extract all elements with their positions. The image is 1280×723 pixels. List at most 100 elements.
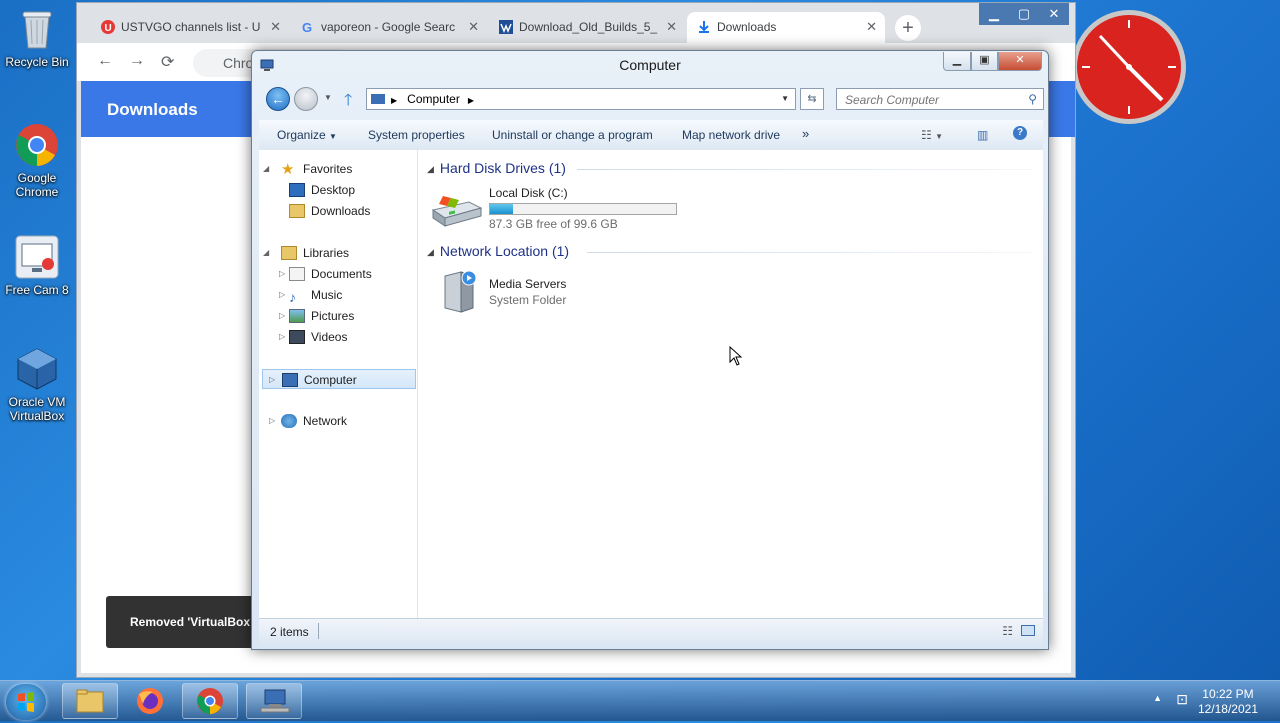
map-network-drive-button[interactable]: Map network drive	[682, 128, 780, 142]
breadcrumb-computer[interactable]: Computer	[407, 92, 460, 106]
star-icon: ★	[281, 161, 295, 178]
close-icon[interactable]: ✕	[866, 19, 877, 35]
change-view-icon[interactable]: ☷ ▼	[921, 128, 943, 142]
system-properties-button[interactable]: System properties	[368, 128, 465, 142]
preview-pane-icon[interactable]: ▥	[977, 128, 988, 142]
expand-icon[interactable]: ▷	[279, 264, 285, 284]
desktop-icon-google-chrome[interactable]: Google Chrome	[4, 122, 70, 199]
details-view-icon[interactable]: ☷	[1002, 624, 1013, 638]
forward-button[interactable]	[294, 87, 318, 111]
taskbar-computer[interactable]	[246, 683, 302, 719]
toast-text: Removed 'VirtualBox	[130, 615, 250, 629]
nav-desktop[interactable]: Desktop	[289, 180, 355, 200]
expand-icon[interactable]: ▷	[279, 285, 285, 305]
media-servers-name[interactable]: Media Servers	[489, 277, 566, 291]
new-tab-button[interactable]: +	[895, 15, 921, 41]
tab-title: USTVGO channels list - U	[121, 20, 261, 34]
collapse-icon: ◢	[427, 164, 434, 174]
organize-menu[interactable]: Organize ▼	[277, 128, 337, 142]
status-divider	[318, 623, 319, 639]
network-status-icon[interactable]: ⊡	[1176, 691, 1188, 708]
folder-icon	[76, 689, 104, 713]
tab-title: vaporeon - Google Searc	[321, 20, 456, 34]
free-cam-icon	[14, 234, 60, 280]
collapse-icon[interactable]: ◢	[263, 159, 269, 179]
nav-computer[interactable]: ▷ Computer	[262, 369, 416, 389]
taskbar-clock[interactable]: 10:22 PM 12/18/2021	[1198, 687, 1258, 717]
large-icons-view-icon[interactable]	[1021, 625, 1035, 636]
taskbar-explorer[interactable]	[62, 683, 118, 719]
address-dropdown-icon[interactable]: ▼	[781, 89, 789, 109]
nav-videos[interactable]: ▷ Videos	[279, 327, 347, 347]
close-icon[interactable]: ✕	[998, 52, 1042, 71]
refresh-button[interactable]: ⇆	[800, 88, 824, 110]
expand-icon[interactable]: ▷	[269, 411, 275, 431]
nav-network[interactable]: ▷ Network	[269, 411, 347, 431]
desktop-icon-free-cam[interactable]: Free Cam 8	[4, 234, 70, 297]
nav-downloads[interactable]: Downloads	[289, 201, 370, 221]
address-row: ← ▼ 🡑 ▶ Computer ▶ ▼ ⇆ ⚲	[262, 85, 1044, 116]
group-header-hard-disk-drives[interactable]: ◢ Hard Disk Drives (1)	[427, 160, 566, 176]
media-servers-type: System Folder	[489, 293, 567, 307]
minimize-icon[interactable]: ▁	[979, 3, 1009, 25]
desktop-icon	[289, 183, 305, 197]
recent-pages-icon[interactable]: ▼	[324, 93, 332, 102]
nav-pictures[interactable]: ▷ Pictures	[279, 306, 354, 326]
reload-icon[interactable]: ⟳	[161, 52, 174, 72]
search-input[interactable]	[837, 89, 1027, 111]
tab-google-search[interactable]: G vaporeon - Google Searc ✕	[291, 12, 487, 43]
search-icon[interactable]: ⚲	[1028, 92, 1037, 106]
minimize-icon[interactable]: ▁	[943, 52, 971, 71]
media-server-icon	[439, 268, 483, 319]
drive-name[interactable]: Local Disk (C:)	[489, 186, 568, 200]
pictures-icon	[289, 309, 305, 323]
more-commands-button[interactable]: »	[802, 126, 809, 141]
forward-arrow-icon[interactable]: →	[129, 52, 145, 70]
show-hidden-icons[interactable]: ▲	[1153, 693, 1162, 703]
back-arrow-icon[interactable]: ←	[97, 52, 113, 70]
start-button[interactable]	[6, 684, 46, 720]
close-icon[interactable]: ✕	[666, 19, 677, 35]
nav-favorites[interactable]: ◢ ★ Favorites	[263, 159, 352, 179]
expand-icon[interactable]: ▷	[279, 306, 285, 326]
desktop-icon-recycle-bin[interactable]: Recycle Bin	[4, 6, 70, 69]
drive-free-space: 87.3 GB free of 99.6 GB	[489, 217, 618, 231]
downloads-folder-icon	[289, 204, 305, 218]
taskbar-date: 12/18/2021	[1197, 702, 1258, 716]
tab-downloads[interactable]: Downloads ✕	[687, 12, 885, 43]
uninstall-program-button[interactable]: Uninstall or change a program	[492, 128, 653, 142]
nav-libraries[interactable]: ◢ Libraries	[263, 243, 349, 263]
help-icon[interactable]: ?	[1013, 126, 1027, 140]
group-divider	[587, 252, 1033, 253]
explorer-window: Computer ▁▣✕ ← ▼ 🡑 ▶ Computer ▶ ▼ ⇆ ⚲ Orga…	[251, 50, 1049, 650]
expand-icon[interactable]: ▷	[279, 327, 285, 347]
desktop-icon-virtualbox[interactable]: Oracle VM VirtualBox	[4, 346, 70, 423]
taskbar-chrome[interactable]	[182, 683, 238, 719]
breadcrumb-separator[interactable]: ▶	[468, 96, 474, 105]
close-icon[interactable]: ✕	[270, 19, 281, 35]
virtualbox-icon	[14, 346, 60, 392]
music-icon: ♪	[289, 289, 296, 305]
taskbar-firefox[interactable]	[122, 683, 178, 719]
maximize-icon[interactable]: ▢	[1009, 3, 1039, 25]
opera-u-icon: U	[101, 20, 115, 34]
firefox-icon	[137, 688, 163, 714]
up-arrow-icon[interactable]: 🡑	[344, 89, 352, 116]
clock-gadget[interactable]	[1070, 8, 1188, 126]
page-title: Downloads	[107, 100, 198, 119]
expand-icon[interactable]: ▷	[269, 370, 275, 390]
back-button[interactable]: ←	[266, 87, 290, 111]
address-bar[interactable]: ▶ Computer ▶ ▼	[366, 88, 796, 110]
close-icon[interactable]: ✕	[468, 19, 479, 35]
nav-music[interactable]: ▷ ♪ Music	[279, 285, 342, 305]
tab-download-old-builds[interactable]: Download_Old_Builds_5_ ✕	[489, 12, 685, 43]
desktop-icon-label: Recycle Bin	[5, 55, 69, 69]
omnibox-text: Chro	[223, 55, 254, 71]
maximize-icon[interactable]: ▣	[971, 52, 998, 71]
nav-documents[interactable]: ▷ Documents	[279, 264, 372, 284]
search-box[interactable]: ⚲	[836, 88, 1044, 111]
close-icon[interactable]: ✕	[1039, 3, 1069, 25]
tab-ustvgo[interactable]: U USTVGO channels list - U ✕	[91, 12, 289, 43]
collapse-icon[interactable]: ◢	[263, 243, 269, 263]
group-header-network-location[interactable]: ◢ Network Location (1)	[427, 243, 569, 259]
